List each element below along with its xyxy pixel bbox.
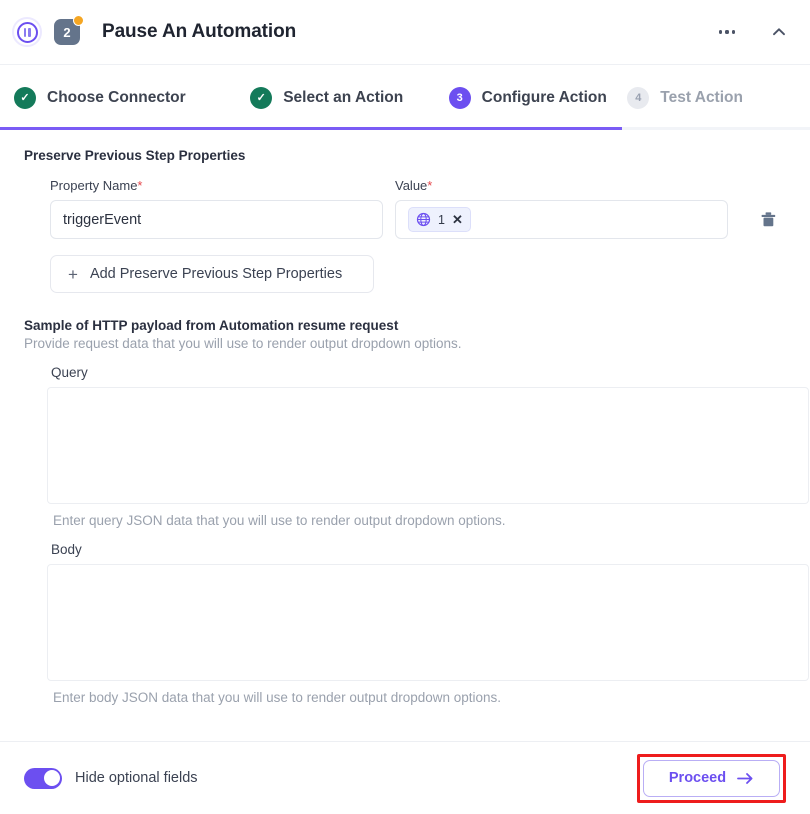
step-status-icon: ✓: [250, 86, 273, 109]
required-asterisk: *: [137, 178, 143, 193]
query-textarea[interactable]: [47, 387, 809, 504]
property-name-label-text: Property Name: [50, 178, 138, 193]
chevron-up-icon[interactable]: [766, 19, 792, 45]
property-name-input[interactable]: triggerEvent: [50, 200, 383, 239]
value-chip-remove-icon[interactable]: ✕: [452, 213, 463, 226]
step-test-action[interactable]: 4 Test Action: [627, 86, 796, 109]
step-label: Choose Connector: [47, 88, 186, 106]
value-label: Value*: [395, 178, 728, 193]
add-preserve-properties-label: Add Preserve Previous Step Properties: [89, 266, 343, 282]
body-group: Body Enter body JSON data that you will …: [24, 542, 809, 705]
header-actions: [714, 19, 792, 45]
stepper: ✓ Choose Connector ✓ Select an Action 3 …: [0, 65, 810, 130]
proceed-button[interactable]: Proceed: [643, 759, 780, 797]
notification-dot-icon: [73, 15, 84, 26]
globe-icon: [416, 212, 431, 227]
step-status-icon: 3: [448, 86, 471, 109]
body-textarea[interactable]: [47, 564, 809, 681]
property-name-label: Property Name*: [50, 178, 383, 193]
page-title: Pause An Automation: [102, 21, 297, 42]
body-label: Body: [51, 542, 82, 557]
value-label-text: Value: [395, 178, 428, 193]
step-label: Test Action: [660, 88, 743, 106]
required-asterisk: *: [427, 178, 433, 193]
step-status-icon: ✓: [14, 86, 36, 109]
panel-body: Preserve Previous Step Properties Proper…: [0, 130, 810, 705]
step-label: Select an Action: [283, 88, 404, 106]
panel-header: 2 Pause An Automation: [0, 0, 810, 65]
proceed-highlight-box: Proceed: [637, 753, 786, 803]
toggle-knob: [43, 770, 60, 786]
value-input[interactable]: 1 ✕: [395, 200, 728, 239]
add-preserve-properties-button[interactable]: + Add Preserve Previous Step Properties: [50, 255, 374, 293]
query-label: Query: [51, 365, 88, 380]
query-group: Query Enter query JSON data that you wil…: [24, 365, 809, 528]
toggle-switch[interactable]: [24, 767, 62, 789]
stepper-progress-track: [0, 127, 810, 130]
value-chip[interactable]: 1 ✕: [408, 207, 471, 232]
property-name-field: Property Name* triggerEvent: [50, 178, 383, 239]
arrow-right-icon: [737, 772, 754, 785]
value-chip-text: 1: [438, 212, 445, 227]
sample-section-title: Sample of HTTP payload from Automation r…: [24, 318, 399, 333]
stepper-progress-fill: [0, 127, 622, 130]
step-status-icon: 4: [627, 86, 650, 109]
value-field: Value* 1 ✕: [395, 178, 728, 239]
hide-optional-fields-label: Hide optional fields: [75, 770, 198, 786]
step-label: Configure Action: [481, 88, 607, 106]
body-help-text: Enter body JSON data that you will use t…: [53, 690, 502, 705]
step-configure-action[interactable]: 3 Configure Action: [448, 86, 628, 109]
preserve-section-title: Preserve Previous Step Properties: [24, 148, 246, 163]
property-row: Property Name* triggerEvent Value* 1 ✕: [50, 178, 786, 239]
pause-circle-icon: [12, 17, 42, 47]
panel-footer: Hide optional fields Proceed: [0, 741, 810, 814]
trash-icon[interactable]: [756, 200, 780, 239]
ellipsis-icon[interactable]: [714, 19, 740, 45]
preserve-properties-block: Property Name* triggerEvent Value* 1 ✕ +…: [24, 178, 786, 293]
pause-automation-panel: 2 Pause An Automation ✓ Choose Connector…: [0, 0, 810, 814]
query-help-text: Enter query JSON data that you will use …: [53, 513, 506, 528]
property-name-value: triggerEvent: [63, 211, 142, 228]
proceed-button-label: Proceed: [668, 770, 727, 786]
plus-icon: +: [68, 264, 78, 284]
step-choose-connector[interactable]: ✓ Choose Connector: [14, 86, 250, 109]
step-select-an-action[interactable]: ✓ Select an Action: [250, 86, 448, 109]
sample-section-subtitle: Provide request data that you will use t…: [24, 336, 462, 351]
step-number-label: 2: [63, 24, 71, 40]
step-number-chip: 2: [54, 15, 84, 45]
hide-optional-fields-toggle[interactable]: Hide optional fields: [24, 767, 198, 789]
